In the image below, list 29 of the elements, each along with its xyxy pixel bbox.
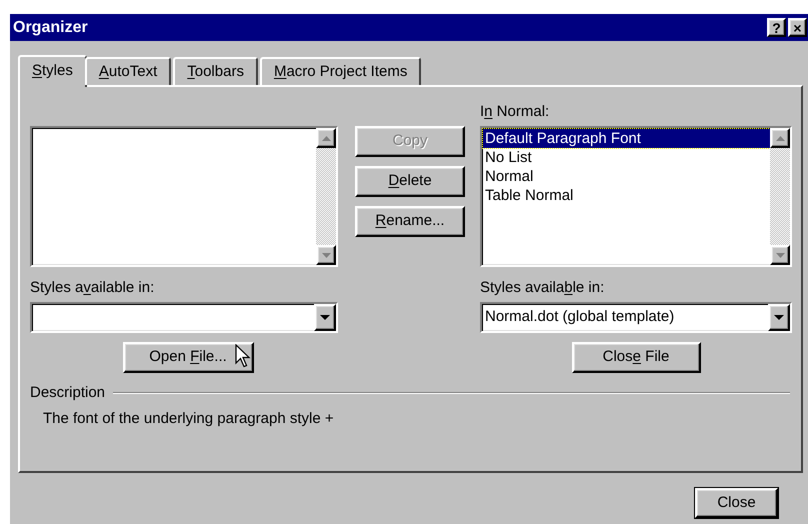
field-label: Styles available in: bbox=[480, 278, 606, 298]
tab[interactable]: AutoText bbox=[84, 57, 172, 85]
scrollbar[interactable] bbox=[316, 128, 336, 265]
styles-dropdown[interactable] bbox=[30, 302, 338, 333]
styles-dropdown[interactable]: Normal.dot (global template) bbox=[480, 302, 792, 333]
styles-list[interactable] bbox=[30, 126, 338, 267]
open-file-button[interactable]: Open File... bbox=[122, 342, 254, 373]
list-item[interactable]: Default Paragraph Font bbox=[483, 129, 770, 148]
list-item[interactable]: Normal bbox=[483, 167, 770, 186]
window-title: Organizer bbox=[13, 18, 89, 38]
close-window-button[interactable]: × bbox=[788, 18, 807, 37]
description-text: The font of the underlying paragraph style + bbox=[42, 408, 335, 428]
list-item[interactable]: No List bbox=[483, 148, 770, 167]
action-button[interactable]: Delete bbox=[355, 166, 465, 197]
help-button[interactable]: ? bbox=[767, 18, 786, 37]
mouse-pointer-icon bbox=[234, 344, 252, 369]
list-item[interactable]: Table Normal bbox=[483, 186, 770, 205]
field-label: In Normal: bbox=[480, 102, 550, 122]
group-label: Description bbox=[30, 383, 106, 403]
close-button[interactable]: Close bbox=[695, 488, 778, 518]
tab[interactable]: Macro Project Items bbox=[260, 57, 422, 85]
action-button[interactable]: Rename... bbox=[355, 206, 465, 237]
dropdown-value: Normal.dot (global template) bbox=[485, 307, 674, 328]
field-label: Styles available in: bbox=[30, 278, 156, 298]
tab[interactable]: Toolbars bbox=[173, 57, 258, 85]
tab[interactable]: Styles bbox=[18, 55, 87, 87]
styles-list[interactable]: Default Paragraph Font No List Normal Table Normal bbox=[480, 126, 792, 267]
close-file-button[interactable]: Close File bbox=[572, 342, 700, 373]
scrollbar[interactable] bbox=[770, 128, 790, 265]
